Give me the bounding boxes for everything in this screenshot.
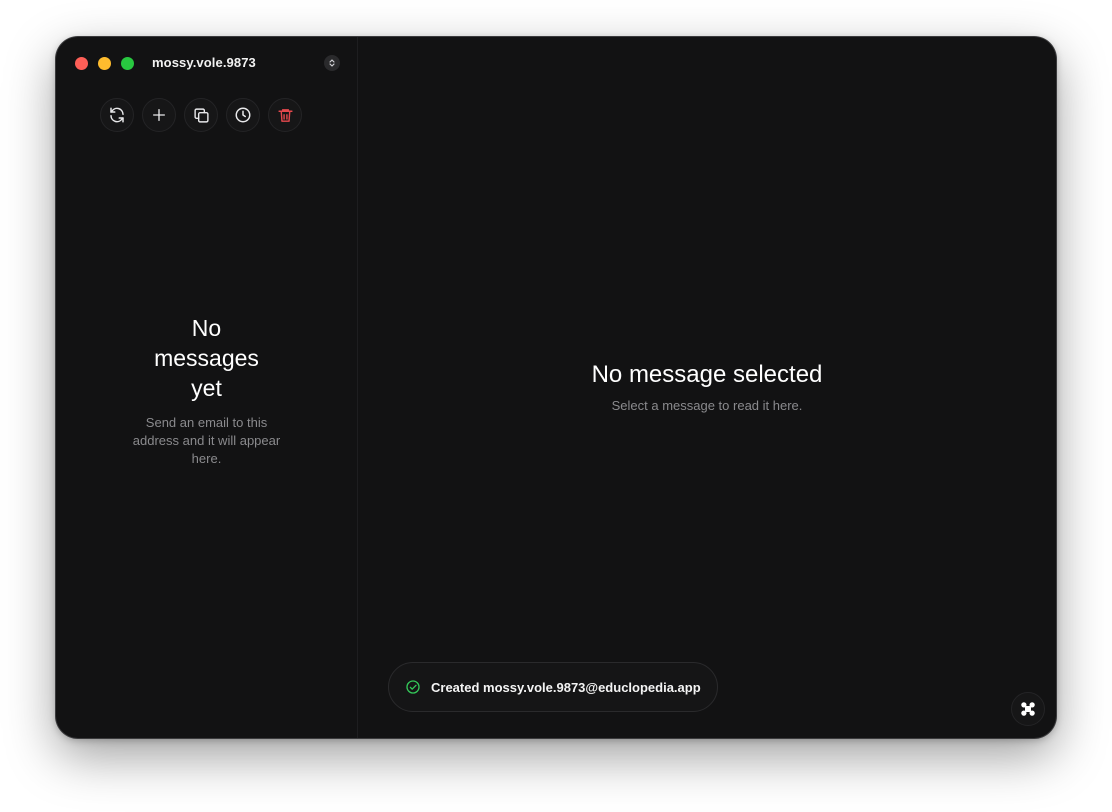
empty-list-title: No messages yet (154, 315, 259, 401)
toast-notification: Created mossy.vole.9873@educlopedia.app (388, 662, 718, 712)
reader-empty-state: No message selected Select a message to … (358, 360, 1056, 413)
message-list-empty-state: No messages yet Send an email to this ad… (56, 313, 357, 468)
toast-text: Created mossy.vole.9873@educlopedia.app (431, 679, 701, 695)
reader-pane: No message selected Select a message to … (358, 37, 1056, 738)
account-name[interactable]: mossy.vole.9873 (152, 55, 256, 70)
toolbar (100, 98, 302, 132)
window-close-button[interactable] (75, 57, 88, 70)
trash-icon (277, 108, 293, 122)
copy-icon (193, 107, 209, 123)
reader-empty-subtitle: Select a message to read it here. (611, 398, 803, 413)
reader-empty-title: No message selected (591, 361, 823, 388)
window-minimize-button[interactable] (98, 57, 111, 70)
refresh-icon (110, 107, 124, 123)
sidebar: mossy.vole.9873 No messages yet Send an … (56, 37, 358, 738)
window-maximize-button[interactable] (121, 57, 134, 70)
history-button[interactable] (226, 98, 260, 132)
command-icon (1021, 702, 1035, 716)
copy-address-button[interactable] (184, 98, 218, 132)
refresh-button[interactable] (100, 98, 134, 132)
empty-list-subtitle: Send an email to this address and it wil… (132, 415, 281, 466)
delete-address-button[interactable] (268, 98, 302, 132)
clock-icon (235, 107, 251, 123)
chevron-up-down-icon (329, 59, 335, 67)
app-window: mossy.vole.9873 No messages yet Send an … (56, 37, 1056, 738)
plus-icon (153, 109, 165, 121)
command-button[interactable] (1011, 692, 1045, 726)
check-circle-icon (406, 680, 420, 694)
account-switcher-button[interactable] (324, 55, 340, 71)
new-address-button[interactable] (142, 98, 176, 132)
